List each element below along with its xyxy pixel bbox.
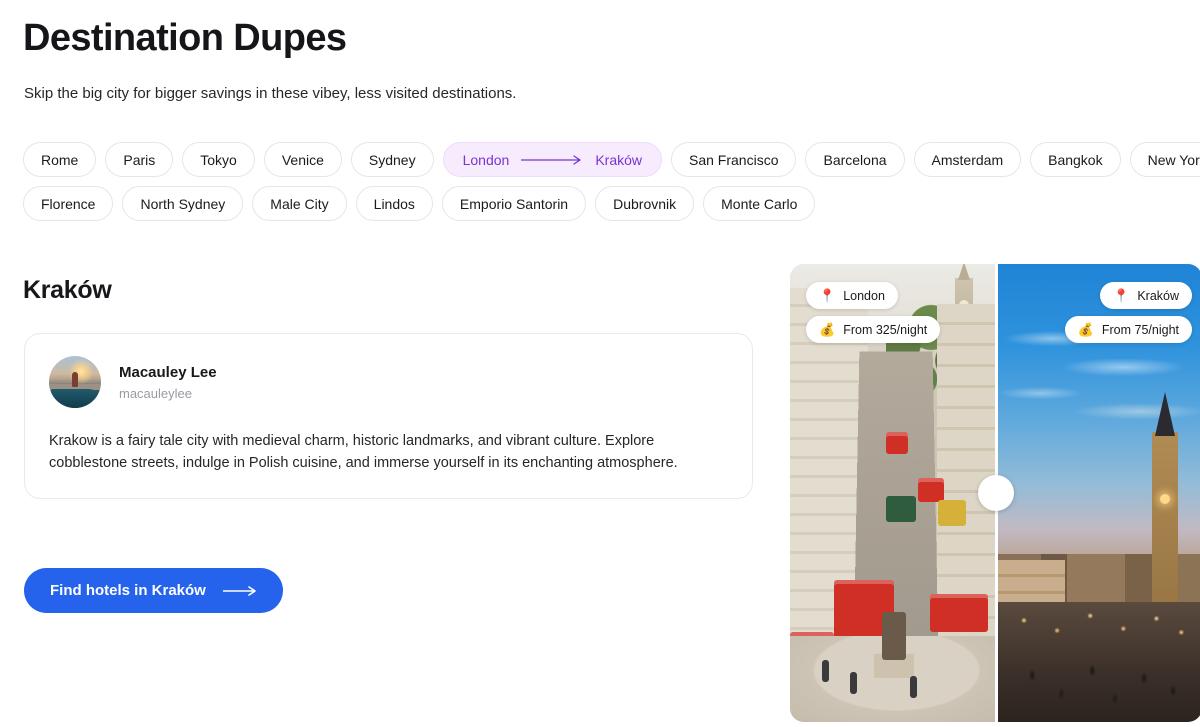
page-title: Destination Dupes <box>23 14 346 62</box>
author-handle: macauleylee <box>119 386 217 401</box>
chip-destination-label: Kraków <box>595 153 642 167</box>
krakow-square-lights <box>995 602 1200 648</box>
avatar-person-shape <box>72 372 78 387</box>
comparison-image-london: 📍 London 💰 From 325/night <box>790 264 995 722</box>
chip-florence[interactable]: Florence <box>23 186 113 221</box>
chip-row-2: Florence North Sydney Male City Lindos E… <box>23 186 1183 221</box>
krakow-crowd <box>995 644 1200 722</box>
krakow-price-badge: 💰 From 75/night <box>1065 316 1192 343</box>
london-bus-mid <box>918 478 944 502</box>
chip-new-york[interactable]: New York <box>1130 142 1200 177</box>
author-text: Macauley Lee macauleylee <box>119 364 217 401</box>
price-comparison-slider[interactable]: 📍 London 💰 From 325/night <box>790 264 1200 722</box>
chip-lindos[interactable]: Lindos <box>356 186 433 221</box>
london-green-vehicle <box>886 496 916 522</box>
avatar <box>49 356 101 408</box>
london-badges: 📍 London 💰 From 325/night <box>806 282 940 343</box>
destination-name: Kraków <box>23 276 112 305</box>
destination-dupes-page: Destination Dupes Skip the big city for … <box>0 0 1200 727</box>
chip-tokyo[interactable]: Tokyo <box>182 142 255 177</box>
chip-bangkok[interactable]: Bangkok <box>1030 142 1120 177</box>
chip-dubrovnik[interactable]: Dubrovnik <box>595 186 694 221</box>
krakow-price-label: From 75/night <box>1102 323 1179 337</box>
chip-rome[interactable]: Rome <box>23 142 96 177</box>
destination-description: Krakow is a fairy tale city with medieva… <box>49 430 728 474</box>
comparison-image-krakow: 📍 Kraków 💰 From 75/night <box>995 264 1200 722</box>
chip-emporio-santorin[interactable]: Emporio Santorin <box>442 186 586 221</box>
london-price-label: From 325/night <box>843 323 927 337</box>
london-bus-right <box>930 594 988 632</box>
author-header: Macauley Lee macauleylee <box>49 356 728 408</box>
page-subtitle: Skip the big city for bigger savings in … <box>24 83 516 105</box>
destination-filter-chips: Rome Paris Tokyo Venice Sydney London Kr… <box>23 142 1183 230</box>
london-bollard <box>850 672 857 694</box>
money-bag-icon: 💰 <box>1078 323 1094 336</box>
krakow-badges: 📍 Kraków 💰 From 75/night <box>1065 282 1192 343</box>
london-bollard <box>910 676 917 698</box>
comparison-slider-handle[interactable] <box>978 475 1014 511</box>
london-yellow-vehicle <box>938 500 966 526</box>
krakow-location-label: Kraków <box>1137 289 1179 303</box>
author-description-card: Macauley Lee macauleylee Krakow is a fai… <box>24 333 753 499</box>
pin-icon: 📍 <box>819 289 835 302</box>
find-hotels-button-label: Find hotels in Kraków <box>50 582 206 599</box>
chip-venice[interactable]: Venice <box>264 142 342 177</box>
chip-san-francisco[interactable]: San Francisco <box>671 142 796 177</box>
krakow-location-badge: 📍 Kraków <box>1100 282 1192 309</box>
london-statue <box>882 612 906 660</box>
chip-row-1: Rome Paris Tokyo Venice Sydney London Kr… <box>23 142 1183 177</box>
chip-monte-carlo[interactable]: Monte Carlo <box>703 186 815 221</box>
pin-icon: 📍 <box>1113 289 1129 302</box>
chip-male-city[interactable]: Male City <box>252 186 346 221</box>
london-location-label: London <box>843 289 885 303</box>
chip-london-to-krakow-active[interactable]: London Kraków <box>443 142 662 177</box>
london-price-badge: 💰 From 325/night <box>806 316 940 343</box>
chip-north-sydney[interactable]: North Sydney <box>122 186 243 221</box>
find-hotels-button[interactable]: Find hotels in Kraków <box>24 568 283 613</box>
london-location-badge: 📍 London <box>806 282 898 309</box>
arrow-right-icon <box>223 586 257 596</box>
chip-origin-label: London <box>463 153 510 167</box>
chip-amsterdam[interactable]: Amsterdam <box>914 142 1022 177</box>
london-bus-far <box>886 432 908 454</box>
arrow-right-icon <box>521 155 583 165</box>
author-name: Macauley Lee <box>119 364 217 381</box>
avatar-pool-shape <box>51 389 99 408</box>
chip-paris[interactable]: Paris <box>105 142 173 177</box>
money-bag-icon: 💰 <box>819 323 835 336</box>
chip-sydney[interactable]: Sydney <box>351 142 434 177</box>
chip-barcelona[interactable]: Barcelona <box>805 142 904 177</box>
london-bollard <box>822 660 829 682</box>
